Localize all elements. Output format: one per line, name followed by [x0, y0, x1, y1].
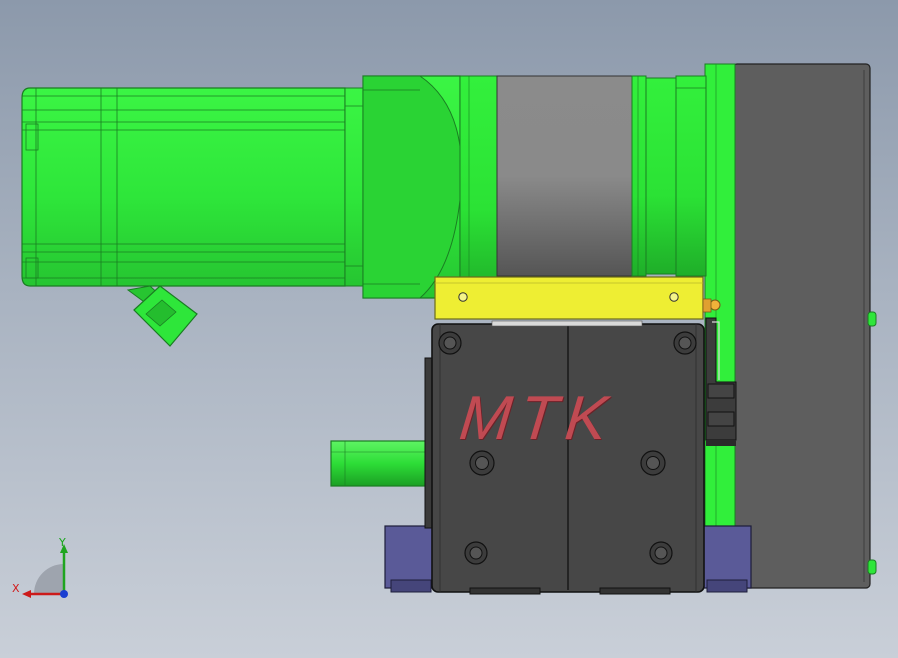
- triad-icon: [22, 544, 68, 598]
- output-shaft[interactable]: [330, 440, 429, 487]
- gearbox-flange[interactable]: [362, 75, 463, 299]
- gearbox-block[interactable]: [424, 320, 705, 595]
- bolt-mid-left: [469, 450, 495, 476]
- bolt-top-right: [673, 331, 697, 355]
- servo-motor[interactable]: [21, 87, 366, 287]
- cable-connector[interactable]: [126, 285, 198, 347]
- cad-viewport[interactable]: MTK Y X: [0, 0, 898, 658]
- axis-triad: Y X: [10, 536, 80, 606]
- x-axis-label: X: [12, 582, 20, 595]
- bolt-bottom-right: [649, 541, 673, 565]
- bolt-bottom-left: [464, 541, 488, 565]
- model-view: [21, 63, 877, 595]
- reducer-housing[interactable]: [459, 75, 707, 299]
- bracket-hole-right: [669, 292, 679, 302]
- back-plate[interactable]: [732, 63, 877, 589]
- bolt-mid-right: [640, 450, 666, 476]
- yellow-bracket[interactable]: [434, 276, 721, 320]
- y-axis-label: Y: [59, 536, 66, 549]
- bracket-hole-left: [458, 292, 468, 302]
- bolt-top-left: [438, 331, 462, 355]
